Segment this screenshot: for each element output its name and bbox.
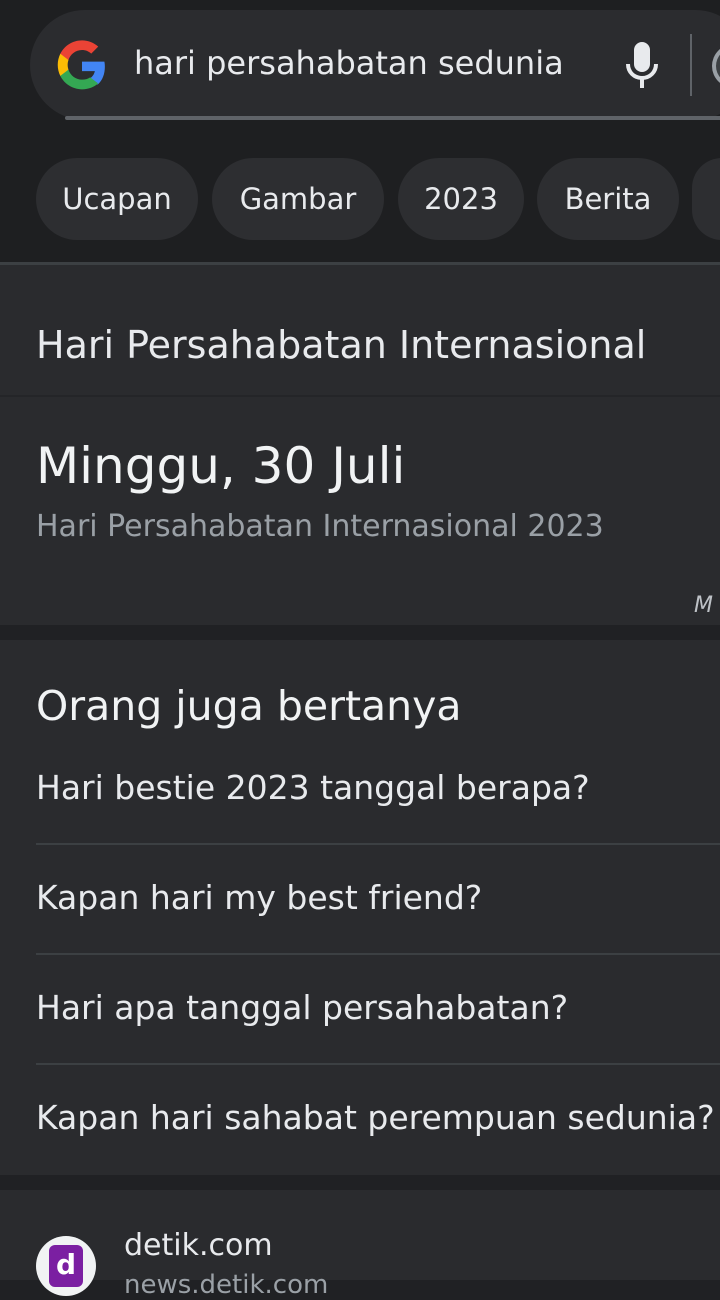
question-item[interactable]: Kapan hari my best friend? xyxy=(36,878,482,917)
featured-divider xyxy=(0,395,720,397)
question-divider xyxy=(36,953,720,955)
top-bar: hari persahabatan sedunia Ucapan Gambar … xyxy=(0,0,720,262)
chip-gambar[interactable]: Gambar xyxy=(212,158,384,240)
google-logo-icon xyxy=(57,40,105,90)
featured-title: Hari Persahabatan Internasional xyxy=(36,323,647,367)
chip-ucapan[interactable]: Ucapan xyxy=(36,158,198,240)
question-item[interactable]: Hari apa tanggal persahabatan? xyxy=(36,988,568,1027)
result-site-name[interactable]: detik.com xyxy=(124,1228,273,1263)
featured-date-card: Hari Persahabatan Internasional Minggu, … xyxy=(0,265,720,625)
question-item[interactable]: Kapan hari sahabat perempuan sedunia? xyxy=(36,1098,715,1137)
more-link[interactable]: M xyxy=(694,593,713,618)
search-result[interactable]: d detik.com news.detik.com xyxy=(0,1190,720,1300)
search-separator xyxy=(690,34,692,96)
chip-berita[interactable]: Berita xyxy=(537,158,679,240)
featured-date: Minggu, 30 Juli xyxy=(36,437,406,495)
filter-chips: Ucapan Gambar 2023 Berita xyxy=(0,158,720,240)
people-also-ask-card: Orang juga bertanya Hari bestie 2023 tan… xyxy=(0,640,720,1175)
favicon-letter: d xyxy=(49,1245,83,1287)
chip-2023[interactable]: 2023 xyxy=(398,158,524,240)
chip-more[interactable] xyxy=(692,158,720,240)
search-input[interactable]: hari persahabatan sedunia xyxy=(134,44,564,82)
question-divider xyxy=(36,843,720,845)
site-favicon-icon: d xyxy=(36,1236,96,1296)
search-box[interactable]: hari persahabatan sedunia xyxy=(30,10,720,120)
people-also-ask-title: Orang juga bertanya xyxy=(36,682,462,730)
avatar[interactable] xyxy=(712,44,720,88)
result-site-url: news.detik.com xyxy=(124,1270,329,1300)
question-divider xyxy=(36,1063,720,1065)
question-item[interactable]: Hari bestie 2023 tanggal berapa? xyxy=(36,768,590,807)
microphone-icon[interactable] xyxy=(622,40,662,92)
search-underline xyxy=(65,116,720,120)
featured-subtitle: Hari Persahabatan Internasional 2023 xyxy=(36,509,604,544)
